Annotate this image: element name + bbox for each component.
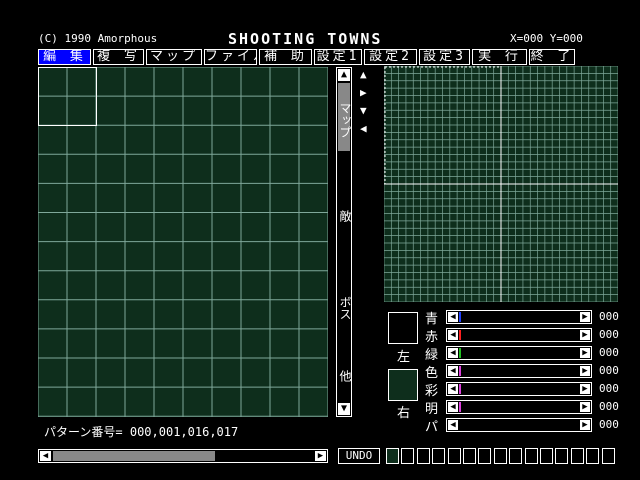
undo-button[interactable]: UNDO xyxy=(338,448,380,464)
map-horizontal-scrollbar[interactable]: ◀ ▶ xyxy=(38,449,328,463)
pattern-edit-grid[interactable] xyxy=(384,66,618,302)
color-slider-4[interactable]: ◀ ▶ xyxy=(446,382,592,396)
slider-increase-arrow-icon[interactable]: ▶ xyxy=(580,384,590,394)
map-layer-scrollbar[interactable]: ▲ マップ 敵 ボス 他 ▼ xyxy=(336,67,352,417)
slider-value-5: 000 xyxy=(599,400,619,413)
arrow-left-icon[interactable]: ◀ xyxy=(360,122,367,135)
cursor-coords: X=000 Y=000 xyxy=(510,32,583,45)
shooting-towns-editor: (C) 1990 Amorphous SHOOTING TOWNS X=000 … xyxy=(0,0,640,480)
slider-level xyxy=(459,312,461,322)
pattern-slot[interactable] xyxy=(493,448,507,464)
color-slider-0[interactable]: ◀ ▶ xyxy=(446,310,592,324)
app-title: SHOOTING TOWNS xyxy=(228,30,383,48)
arrow-up-icon[interactable]: ▲ xyxy=(360,68,367,81)
slider-decrease-arrow-icon[interactable]: ◀ xyxy=(448,330,458,340)
slider-increase-arrow-icon[interactable]: ▶ xyxy=(580,402,590,412)
slider-label-4: 彩 xyxy=(425,384,439,399)
menu-item-9[interactable]: 終 了 xyxy=(529,49,575,65)
slider-value-1: 000 xyxy=(599,328,619,341)
slider-value-3: 000 xyxy=(599,364,619,377)
pattern-slot[interactable] xyxy=(509,448,523,464)
left-color-label: 左 xyxy=(397,350,411,365)
pattern-slot[interactable] xyxy=(447,448,461,464)
pattern-number: パターン番号= 000,001,016,017 xyxy=(44,425,239,439)
left-color-swatch[interactable] xyxy=(388,312,418,344)
slider-increase-arrow-icon[interactable]: ▶ xyxy=(580,312,590,322)
slider-value-6: 000 xyxy=(599,418,619,431)
color-slider-3[interactable]: ◀ ▶ xyxy=(446,364,592,378)
slider-value-2: 000 xyxy=(599,346,619,359)
arrow-right-icon[interactable]: ▶ xyxy=(360,86,367,99)
slider-label-6: パ xyxy=(425,420,439,435)
slider-level xyxy=(459,420,461,430)
menu-item-3[interactable]: ファイル xyxy=(204,49,257,65)
pattern-slot[interactable] xyxy=(555,448,569,464)
slider-decrease-arrow-icon[interactable]: ◀ xyxy=(448,420,458,430)
menu-item-0[interactable]: 編 集 xyxy=(38,49,91,65)
slider-increase-arrow-icon[interactable]: ▶ xyxy=(580,348,590,358)
color-slider-1[interactable]: ◀ ▶ xyxy=(446,328,592,342)
pattern-slot[interactable] xyxy=(601,448,615,464)
slider-decrease-arrow-icon[interactable]: ◀ xyxy=(448,312,458,322)
slider-increase-arrow-icon[interactable]: ▶ xyxy=(580,366,590,376)
scroll-left-arrow-icon[interactable]: ◀ xyxy=(40,451,51,461)
menu-item-7[interactable]: 設定3 xyxy=(419,49,470,65)
slider-value-4: 000 xyxy=(599,382,619,395)
pattern-slot[interactable] xyxy=(524,448,538,464)
slider-level xyxy=(459,384,461,394)
color-slider-2[interactable]: ◀ ▶ xyxy=(446,346,592,360)
copyright-text: (C) 1990 Amorphous xyxy=(38,32,158,45)
menu-item-1[interactable]: 複 写 xyxy=(93,49,144,65)
slider-level xyxy=(459,330,461,340)
menu-bar: 編 集複 写マップファイル補 助設定1設定2設定3実 行終 了 xyxy=(38,49,618,65)
pattern-slot[interactable] xyxy=(586,448,600,464)
menu-item-2[interactable]: マップ xyxy=(146,49,202,65)
scroll-right-arrow-icon[interactable]: ▶ xyxy=(315,451,326,461)
right-color-swatch[interactable] xyxy=(388,369,418,401)
color-slider-5[interactable]: ◀ ▶ xyxy=(446,400,592,414)
slider-increase-arrow-icon[interactable]: ▶ xyxy=(580,330,590,340)
slider-label-2: 緑 xyxy=(425,348,439,363)
slider-label-3: 色 xyxy=(425,366,439,381)
pattern-slot[interactable] xyxy=(432,448,446,464)
pattern-selection-box xyxy=(384,66,502,185)
pattern-slot[interactable] xyxy=(540,448,553,464)
slider-label-0: 青 xyxy=(425,312,439,327)
menu-item-8[interactable]: 実 行 xyxy=(472,49,527,65)
slider-label-1: 赤 xyxy=(425,330,439,345)
slider-value-0: 000 xyxy=(599,310,619,323)
menu-item-4[interactable]: 補 助 xyxy=(259,49,312,65)
layer-label-boss[interactable]: ボス xyxy=(338,296,352,320)
pattern-slot[interactable] xyxy=(463,448,476,464)
color-slider-6[interactable]: ◀ ▶ xyxy=(446,418,592,432)
pattern-slot[interactable] xyxy=(416,448,430,464)
slider-increase-arrow-icon[interactable]: ▶ xyxy=(580,420,590,430)
slider-decrease-arrow-icon[interactable]: ◀ xyxy=(448,348,458,358)
pattern-slot[interactable] xyxy=(570,448,584,464)
pattern-slot[interactable] xyxy=(386,448,399,464)
slider-decrease-arrow-icon[interactable]: ◀ xyxy=(448,366,458,376)
slider-decrease-arrow-icon[interactable]: ◀ xyxy=(448,402,458,412)
layer-label-map[interactable]: マップ xyxy=(338,102,352,138)
pattern-slot[interactable] xyxy=(401,448,415,464)
right-color-label: 右 xyxy=(397,406,411,421)
slider-level xyxy=(459,366,461,376)
slider-decrease-arrow-icon[interactable]: ◀ xyxy=(448,384,458,394)
slider-level xyxy=(459,348,461,358)
slider-label-5: 明 xyxy=(425,402,439,417)
menu-item-5[interactable]: 設定1 xyxy=(314,49,362,65)
menu-item-6[interactable]: 設定2 xyxy=(364,49,417,65)
arrow-down-icon[interactable]: ▼ xyxy=(360,104,367,117)
map-grid[interactable] xyxy=(38,67,328,417)
scroll-thumb[interactable] xyxy=(53,451,215,461)
scroll-down-arrow-icon[interactable]: ▼ xyxy=(338,403,350,415)
scroll-up-arrow-icon[interactable]: ▲ xyxy=(338,69,350,81)
pattern-slot[interactable] xyxy=(478,448,492,464)
layer-label-enemy[interactable]: 敵 xyxy=(338,210,352,222)
slider-level xyxy=(459,402,461,412)
layer-label-other[interactable]: 他 xyxy=(338,370,352,382)
